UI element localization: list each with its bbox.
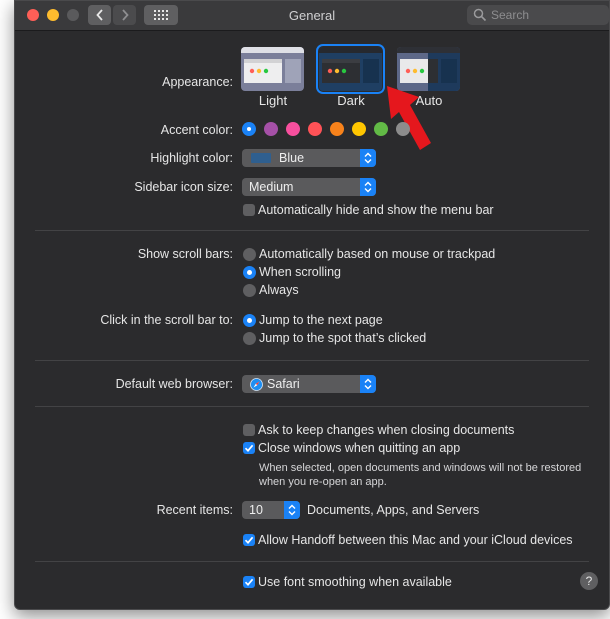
accent-color-orange[interactable] xyxy=(330,122,344,136)
divider xyxy=(35,561,589,562)
menu-bar-checkbox[interactable] xyxy=(243,204,255,216)
sidebar-icon-size-label: Sidebar icon size: xyxy=(134,180,233,194)
scroll-bars-when-scrolling-radio[interactable] xyxy=(243,266,256,279)
updown-chevron-icon xyxy=(360,178,376,196)
close-windows-label: Close windows when quitting an app xyxy=(258,441,461,455)
sidebar-icon-size-popup[interactable]: Medium xyxy=(242,178,376,196)
jump-next-page-label: Jump to the next page xyxy=(259,313,383,327)
ask-keep-changes-checkbox[interactable] xyxy=(243,424,255,436)
divider xyxy=(35,406,589,407)
jump-to-spot-radio[interactable] xyxy=(243,332,256,345)
updown-chevron-icon xyxy=(360,149,376,167)
checkmark-icon xyxy=(244,444,254,452)
click-scroll-bar-label: Click in the scroll bar to: xyxy=(100,313,233,327)
font-smoothing-checkbox[interactable] xyxy=(243,576,255,588)
handoff-checkbox[interactable] xyxy=(243,534,255,546)
highlight-color-value: Blue xyxy=(279,151,305,165)
accent-color-graphite[interactable] xyxy=(396,122,410,136)
light-mode-preview xyxy=(241,47,304,91)
highlight-color-popup[interactable]: Blue xyxy=(242,149,376,167)
scroll-bars-always-radio[interactable] xyxy=(243,284,256,297)
menu-bar-label: Automatically hide and show the menu bar xyxy=(258,203,494,217)
scroll-bars-auto-radio[interactable] xyxy=(243,248,256,261)
search-field[interactable]: Search xyxy=(467,5,609,25)
search-placeholder: Search xyxy=(491,8,530,22)
highlight-color-label: Highlight color: xyxy=(150,151,233,165)
appearance-option-dark[interactable]: Dark xyxy=(311,93,391,108)
default-browser-value: Safari xyxy=(267,377,300,391)
appearance-dark-thumbnail[interactable] xyxy=(316,44,385,94)
updown-chevron-icon xyxy=(284,501,300,519)
accent-color-purple[interactable] xyxy=(264,122,278,136)
jump-to-spot-label: Jump to the spot that’s clicked xyxy=(259,331,427,345)
checkmark-icon xyxy=(244,578,254,586)
accent-color-yellow[interactable] xyxy=(352,122,366,136)
dark-mode-preview xyxy=(319,47,382,91)
close-windows-note-line-2: when you re-open an app. xyxy=(259,476,387,488)
help-button[interactable]: ? xyxy=(580,572,598,590)
appearance-label: Appearance: xyxy=(162,75,233,89)
jump-next-page-radio[interactable] xyxy=(243,314,256,327)
accent-color-red[interactable] xyxy=(308,122,322,136)
divider xyxy=(35,230,589,231)
handoff-label: Allow Handoff between this Mac and your … xyxy=(258,533,573,547)
accent-color-label: Accent color: xyxy=(160,123,233,137)
preferences-window: General Search Appearance: Light Dark Au… xyxy=(14,0,610,610)
sidebar-icon-size-value: Medium xyxy=(249,180,294,194)
safari-icon xyxy=(250,377,263,391)
highlight-swatch xyxy=(251,153,271,163)
red-arrow-icon xyxy=(387,86,431,150)
recent-items-suffix: Documents, Apps, and Servers xyxy=(307,503,480,517)
show-scroll-bars-label: Show scroll bars: xyxy=(137,247,233,261)
ask-keep-changes-label: Ask to keep changes when closing documen… xyxy=(258,423,515,437)
scroll-bars-always-label: Always xyxy=(259,283,299,297)
close-windows-note-line-1: When selected, open documents and window… xyxy=(259,462,582,474)
recent-items-value: 10 xyxy=(249,503,263,517)
divider xyxy=(35,360,589,361)
recent-items-popup[interactable]: 10 xyxy=(242,501,300,519)
accent-color-green[interactable] xyxy=(374,122,388,136)
search-icon xyxy=(473,8,487,22)
font-smoothing-label: Use font smoothing when available xyxy=(258,575,452,589)
title-bar: General Search xyxy=(15,1,609,31)
recent-items-label: Recent items: xyxy=(156,503,233,517)
appearance-light-thumbnail[interactable] xyxy=(241,47,304,91)
accent-color-pink[interactable] xyxy=(286,122,300,136)
appearance-option-light[interactable]: Light xyxy=(233,93,313,108)
default-browser-label: Default web browser: xyxy=(115,377,233,391)
close-windows-checkbox[interactable] xyxy=(243,442,255,454)
updown-chevron-icon xyxy=(360,375,376,393)
scroll-bars-when-scrolling-label: When scrolling xyxy=(259,265,341,279)
accent-color-blue[interactable] xyxy=(242,122,256,136)
scroll-bars-auto-label: Automatically based on mouse or trackpad xyxy=(259,247,496,261)
default-browser-popup[interactable]: Safari xyxy=(242,375,376,393)
accent-selected-dot xyxy=(247,127,251,131)
checkmark-icon xyxy=(244,536,254,544)
